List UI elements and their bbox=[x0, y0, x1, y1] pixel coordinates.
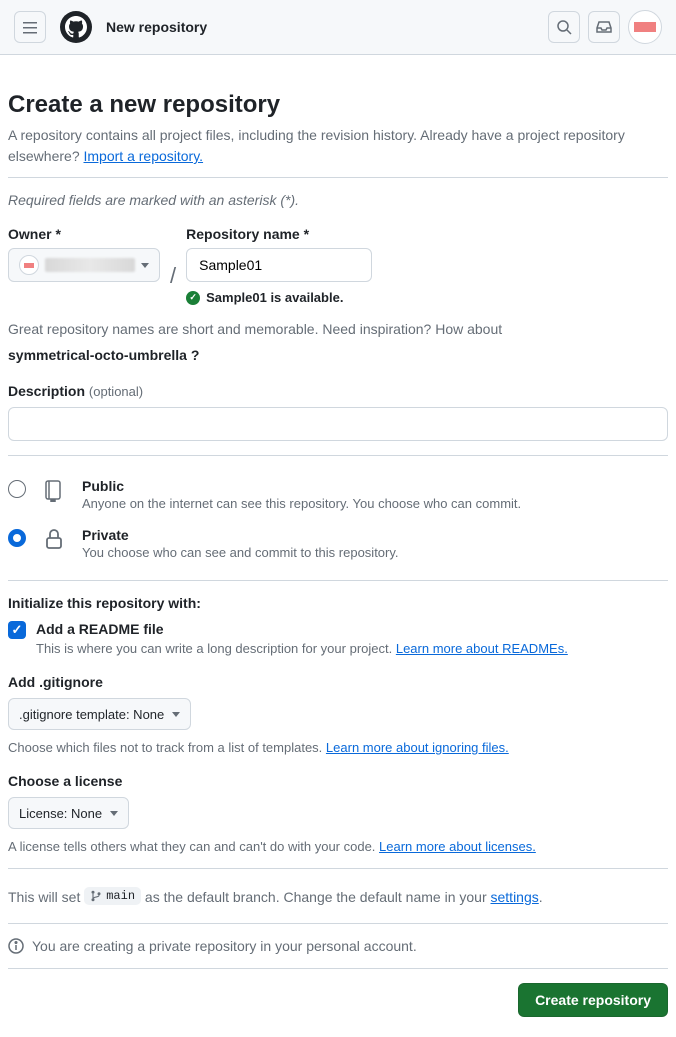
readme-checkbox[interactable] bbox=[8, 621, 26, 639]
settings-link[interactable]: settings bbox=[491, 889, 539, 905]
public-desc: Anyone on the internet can see this repo… bbox=[82, 496, 668, 511]
inbox-button[interactable] bbox=[588, 11, 620, 43]
reponame-input[interactable] bbox=[186, 248, 372, 282]
divider bbox=[8, 177, 668, 178]
gitignore-dropdown[interactable]: .gitignore template: None bbox=[8, 698, 191, 730]
license-label: Choose a license bbox=[8, 773, 668, 789]
page-heading: Create a new repository bbox=[8, 91, 668, 119]
inbox-icon bbox=[596, 19, 612, 35]
main-content: Create a new repository A repository con… bbox=[0, 91, 676, 1037]
gitignore-help: Choose which files not to track from a l… bbox=[8, 740, 668, 755]
name-hint: Great repository names are short and mem… bbox=[8, 321, 668, 337]
divider bbox=[8, 580, 668, 581]
github-icon bbox=[65, 16, 87, 38]
chevron-down-icon bbox=[110, 811, 118, 816]
hamburger-icon bbox=[22, 19, 38, 35]
branch-tag: main bbox=[84, 887, 141, 905]
visibility-public-row[interactable]: Public Anyone on the internet can see th… bbox=[8, 470, 668, 519]
header-right bbox=[548, 10, 662, 44]
description-input[interactable] bbox=[8, 407, 668, 441]
license-help: A license tells others what they can and… bbox=[8, 839, 668, 854]
divider bbox=[8, 868, 668, 869]
license-dropdown[interactable]: License: None bbox=[8, 797, 129, 829]
license-learn-link[interactable]: Learn more about licenses. bbox=[379, 839, 536, 854]
readme-title: Add a README file bbox=[36, 621, 568, 637]
header-left: New repository bbox=[14, 11, 207, 43]
avatar-image bbox=[634, 22, 656, 32]
info-banner: You are creating a private repository in… bbox=[8, 938, 668, 954]
owner-field-group: Owner * bbox=[8, 226, 160, 282]
divider bbox=[8, 923, 668, 924]
visibility-private-row[interactable]: Private You choose who can see and commi… bbox=[8, 519, 668, 568]
menu-button[interactable] bbox=[14, 11, 46, 43]
owner-label: Owner * bbox=[8, 226, 160, 242]
description-label: Description (optional) bbox=[8, 383, 668, 399]
divider bbox=[8, 968, 668, 969]
init-section-title: Initialize this repository with: bbox=[8, 595, 668, 611]
git-branch-icon bbox=[90, 890, 102, 902]
default-branch-text: This will set main as the default branch… bbox=[8, 887, 668, 905]
import-repo-link[interactable]: Import a repository. bbox=[84, 148, 204, 164]
readme-learn-link[interactable]: Learn more about READMEs. bbox=[396, 641, 568, 656]
gitignore-label: Add .gitignore bbox=[8, 674, 668, 690]
private-title: Private bbox=[82, 527, 668, 543]
submit-row: Create repository bbox=[8, 983, 668, 1017]
user-avatar-button[interactable] bbox=[628, 10, 662, 44]
reponame-field-group: Repository name * Sample01 is available. bbox=[186, 226, 372, 305]
radio-public[interactable] bbox=[8, 480, 26, 498]
chevron-down-icon bbox=[172, 712, 180, 717]
owner-avatar bbox=[19, 255, 39, 275]
visibility-section: Public Anyone on the internet can see th… bbox=[8, 470, 668, 568]
readme-desc: This is where you can write a long descr… bbox=[36, 641, 568, 656]
chevron-down-icon bbox=[141, 263, 149, 268]
radio-private[interactable] bbox=[8, 529, 26, 547]
owner-select-button[interactable] bbox=[8, 248, 160, 282]
page-subtitle: A repository contains all project files,… bbox=[8, 125, 668, 167]
name-suggestion: symmetrical-octo-umbrella ? bbox=[8, 347, 668, 363]
search-button[interactable] bbox=[548, 11, 580, 43]
gitignore-learn-link[interactable]: Learn more about ignoring files. bbox=[326, 740, 509, 755]
reponame-label: Repository name * bbox=[186, 226, 372, 242]
owner-repo-row: Owner * / Repository name * Sample01 is … bbox=[8, 226, 668, 305]
readme-row: Add a README file This is where you can … bbox=[8, 621, 668, 656]
availability-message: Sample01 is available. bbox=[186, 290, 372, 305]
divider bbox=[8, 455, 668, 456]
github-logo[interactable] bbox=[60, 11, 92, 43]
check-circle-icon bbox=[186, 291, 200, 305]
page-context-title: New repository bbox=[106, 19, 207, 35]
private-desc: You choose who can see and commit to thi… bbox=[82, 545, 668, 560]
info-icon bbox=[8, 938, 24, 954]
lock-icon bbox=[42, 527, 66, 551]
public-title: Public bbox=[82, 478, 668, 494]
owner-name-redacted bbox=[45, 258, 135, 272]
search-icon bbox=[556, 19, 572, 35]
required-fields-note: Required fields are marked with an aster… bbox=[8, 192, 668, 208]
app-header: New repository bbox=[0, 0, 676, 55]
create-repository-button[interactable]: Create repository bbox=[518, 983, 668, 1017]
repo-icon bbox=[42, 478, 66, 502]
slash-separator: / bbox=[170, 263, 176, 289]
